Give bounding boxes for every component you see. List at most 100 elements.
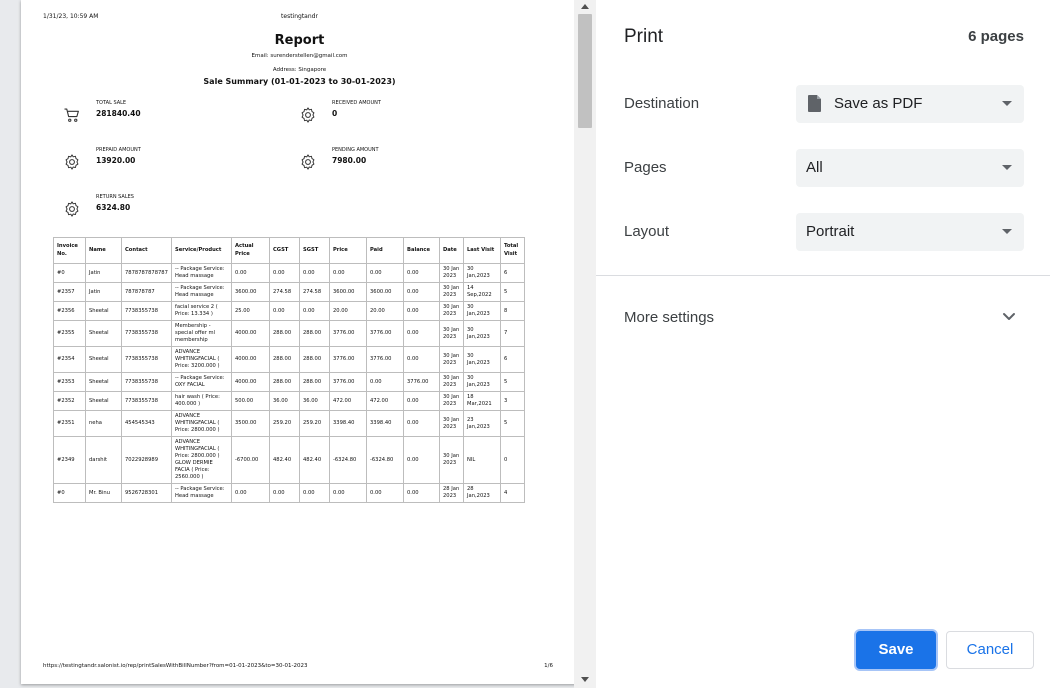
- table-cell: 18 Mar,2021: [463, 391, 501, 412]
- preview-scrollbar[interactable]: [574, 0, 596, 688]
- table-cell: -6324.80: [366, 436, 404, 485]
- table-cell: 5: [500, 410, 525, 438]
- table-cell: 0: [500, 436, 525, 485]
- print-title: Print: [624, 26, 664, 47]
- gear-icon: [301, 154, 315, 170]
- table-cell: 288.00: [269, 372, 300, 393]
- table-cell: 0.00: [269, 483, 300, 504]
- layout-label: Layout: [624, 223, 670, 240]
- table-cell: NIL: [463, 436, 501, 485]
- table-cell: 787878787: [121, 282, 172, 303]
- table-column-header: Price: [329, 237, 367, 264]
- table-cell: Sheetal: [85, 372, 122, 393]
- table-cell: 0.00: [299, 483, 330, 504]
- stat-value: 6324.80: [96, 203, 131, 212]
- table-row: #2353 Sheetal 7738355738 -- Package Service…: [53, 372, 525, 393]
- table-cell: Sheetal: [85, 391, 122, 412]
- table-cell: 0.00: [269, 301, 300, 322]
- table-cell: 4: [500, 483, 525, 504]
- table-cell: 3500.00: [231, 410, 270, 438]
- table-column-header: CGST: [269, 237, 300, 264]
- save-button[interactable]: Save: [856, 631, 936, 669]
- stat-value: 13920.00: [96, 156, 136, 165]
- table-cell: 500.00: [231, 391, 270, 412]
- table-body: #0 Jatin 7878787878787 -- Package Service: …: [53, 262, 525, 504]
- table-row: #0 Mr. Binu 9526728301 -- Package Service: …: [53, 483, 525, 504]
- table-row: #2352 Sheetal 7738355738 hair wash ( Price:…: [53, 391, 525, 412]
- table-cell: ADVANCE WHITINGFACIAL ( Price: 2800.000 …: [171, 410, 232, 438]
- table-cell: 472.00: [366, 391, 404, 412]
- cancel-button[interactable]: Cancel: [946, 631, 1034, 669]
- stat-value: 281840.40: [96, 109, 141, 118]
- destination-label: Destination: [624, 95, 700, 112]
- table-cell: 3776.00: [366, 320, 404, 348]
- scroll-up-arrow-icon[interactable]: [581, 4, 589, 9]
- table-cell: 3: [500, 391, 525, 412]
- table-cell: 288.00: [299, 372, 330, 393]
- table-row: #2351 neha 454545343 ADVANCE WHITINGFACIAL …: [53, 410, 525, 438]
- table-cell: facial service 2 ( Price: 13.334 ): [171, 301, 232, 322]
- table-cell: 0.00: [231, 483, 270, 504]
- report-address: Address: Singapore: [272, 67, 327, 73]
- table-cell: 6: [500, 346, 525, 374]
- table-cell: #2353: [53, 372, 86, 393]
- table-cell: 3776.00: [329, 320, 367, 348]
- table-cell: Mr. Binu: [85, 483, 122, 504]
- scrollbar-thumb[interactable]: [578, 14, 592, 128]
- table-cell: #0: [53, 483, 86, 504]
- table-column-header: Invoice No.: [53, 237, 86, 264]
- table-cell: -- Package Service: Head massage: [171, 483, 232, 504]
- preview-page: 1/31/23, 10:59 AM testingtandr Report Em…: [21, 0, 578, 684]
- table-cell: 30 Jan 2023: [439, 391, 464, 412]
- pages-select[interactable]: All: [796, 149, 1024, 187]
- table-cell: Jatin: [85, 262, 122, 284]
- table-cell: 20.00: [366, 301, 404, 322]
- table-cell: 23 Jan,2023: [463, 410, 501, 438]
- table-cell: 0.00: [366, 483, 404, 504]
- destination-value: Save as PDF: [834, 95, 923, 112]
- table-cell: 30 Jan 2023: [439, 372, 464, 393]
- table-cell: 288.00: [269, 320, 300, 348]
- table-cell: 0.00: [329, 262, 367, 284]
- table-cell: 7738355738: [121, 372, 172, 393]
- gear-icon: [301, 107, 315, 123]
- table-cell: 0.00: [403, 346, 440, 374]
- chevron-down-icon: [1002, 101, 1012, 106]
- table-cell: 9526728301: [121, 483, 172, 504]
- table-row: #2354 Sheetal 7738355738 ADVANCE WHITINGFAC…: [53, 346, 525, 374]
- chevron-down-icon[interactable]: [1002, 312, 1016, 322]
- table-cell: 3398.40: [366, 410, 404, 438]
- table-cell: 0.00: [403, 410, 440, 438]
- table-cell: 0.00: [231, 262, 270, 284]
- table-cell: 5: [500, 282, 525, 303]
- table-column-header: Actual Price: [231, 237, 270, 264]
- table-cell: 7738355738: [121, 320, 172, 348]
- table-cell: -- Package Service: Head massage: [171, 282, 232, 303]
- table-cell: 0.00: [403, 262, 440, 284]
- scroll-down-arrow-icon[interactable]: [581, 677, 589, 682]
- table-cell: #2349: [53, 436, 86, 485]
- table-cell: 259.20: [269, 410, 300, 438]
- section-divider: [596, 275, 1050, 276]
- table-cell: 0.00: [299, 301, 330, 322]
- table-cell: 0.00: [403, 301, 440, 322]
- table-row: #0 Jatin 7878787878787 -- Package Service: …: [53, 262, 525, 284]
- table-cell: 0.00: [366, 372, 404, 393]
- table-cell: 30 Jan 2023: [439, 410, 464, 438]
- destination-select[interactable]: Save as PDF: [796, 85, 1024, 123]
- table-cell: -- Package Service: OXY FACIAL: [171, 372, 232, 393]
- table-cell: hair wash ( Price: 400.000 ): [171, 391, 232, 412]
- layout-select[interactable]: Portrait: [796, 213, 1024, 251]
- page-header-title: testingtandr: [281, 13, 318, 20]
- table-cell: 30 Jan 2023: [439, 320, 464, 348]
- report-title: Report: [274, 33, 325, 48]
- table-cell: 0.00: [329, 483, 367, 504]
- table-cell: 274.58: [269, 282, 300, 303]
- table-cell: 30 Jan,2023: [463, 262, 501, 284]
- table-cell: 6: [500, 262, 525, 284]
- table-column-header: Paid: [366, 237, 404, 264]
- table-header-row: Invoice No. Name Contact Service/Product Act…: [53, 237, 525, 264]
- more-settings-toggle[interactable]: More settings: [624, 309, 714, 326]
- table-cell: Sheetal: [85, 320, 122, 348]
- table-cell: 30 Jan 2023: [439, 346, 464, 374]
